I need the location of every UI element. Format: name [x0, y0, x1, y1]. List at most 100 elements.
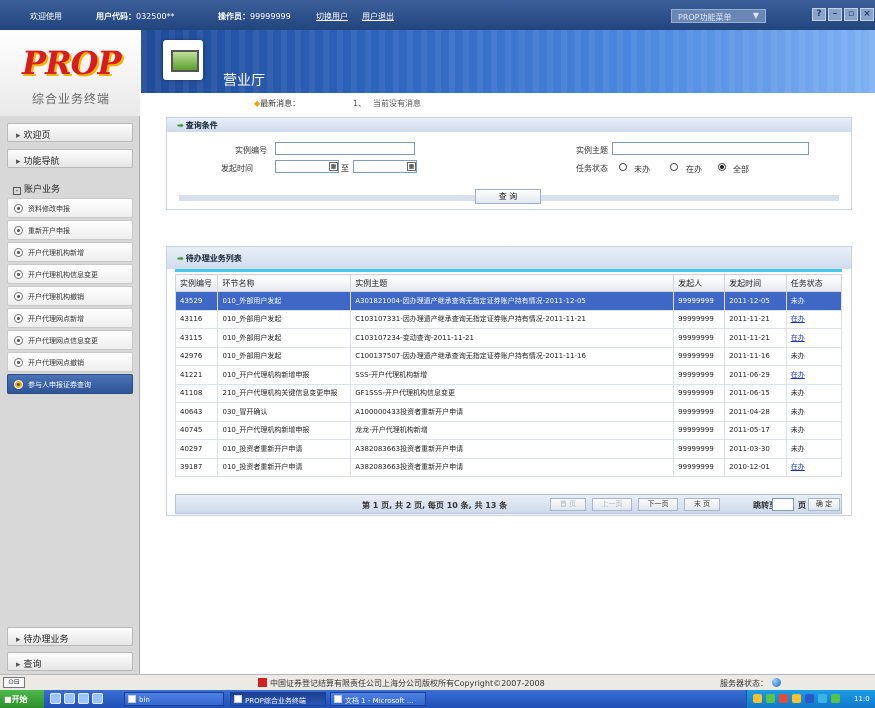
time-label: 发起时间 — [221, 164, 253, 173]
nav-welcome-button[interactable]: ▸ 欢迎页 — [7, 123, 133, 142]
media-icon[interactable] — [64, 693, 75, 704]
calendar-icon[interactable]: ▦ — [329, 162, 338, 171]
server-status-label: 服务器状态： — [720, 679, 768, 688]
prev-page-button[interactable]: 上一页 — [592, 498, 632, 511]
tools-icon[interactable]: ⊙⊟ — [3, 677, 25, 688]
column-header[interactable]: 环节名称 — [217, 274, 352, 292]
table-cell[interactable]: 在办 — [785, 309, 843, 329]
user-code-label: 用户代码：032500** — [96, 12, 175, 21]
last-page-button[interactable]: 末 页 — [684, 498, 720, 511]
sidebar-item-5[interactable]: 开户代理网点新增 — [7, 308, 133, 328]
table-cell: 39187 — [174, 457, 219, 477]
switch-user-link[interactable]: 切换用户 — [316, 11, 348, 22]
tray-icon[interactable] — [792, 694, 801, 703]
column-header[interactable]: 发起时间 — [724, 274, 787, 292]
function-menu-select[interactable]: PROP功能菜单 ▼ — [671, 9, 766, 23]
start-button[interactable]: ■开始 — [0, 690, 44, 708]
tray-icon[interactable] — [805, 694, 814, 703]
table-cell: 99999999 — [673, 346, 726, 366]
operator-id: 99999999 — [250, 12, 291, 21]
taskbar-item-prop[interactable]: PROP综合业务终端 — [230, 692, 326, 706]
query-button[interactable]: 查 询 — [475, 189, 541, 204]
table-row[interactable]: 43529 010_外部用户发起 A301821004-因办理遗产继承查询无指定证券… — [174, 291, 843, 311]
divider — [175, 269, 842, 272]
bullet-icon — [14, 248, 23, 257]
calendar-icon[interactable]: ▦ — [407, 162, 416, 171]
minimize-icon[interactable]: – — [828, 8, 842, 21]
sidebar-item-4[interactable]: 开户代理机构撤销 — [7, 286, 133, 306]
instance-no-label: 实例编号 — [235, 146, 267, 155]
logout-link[interactable]: 用户退出 — [362, 11, 394, 22]
table-cell: 未办 — [785, 420, 843, 440]
table-cell: 010_外部用户发起 — [217, 346, 352, 366]
tray-icon[interactable] — [818, 694, 827, 703]
table-cell: 2011-05-17 — [724, 420, 787, 440]
table-cell: 42976 — [174, 346, 219, 366]
sidebar-item-0[interactable]: 资料修改申报 — [7, 198, 133, 218]
arrow-right-icon: ▸ — [16, 131, 21, 141]
table-row[interactable]: 40297 010_投资者重新开户申请 A382083663投资者重新开户申请 999… — [174, 439, 843, 459]
welcome-text: 欢迎使用 — [30, 12, 62, 21]
sidebar-item-1[interactable]: 重新开户申报 — [7, 220, 133, 240]
windows-logo-icon: ■ — [4, 695, 12, 704]
table-row[interactable]: 43116 010_外部用户发起 C103107331-因办理遗产继承查询无指定证券… — [174, 309, 843, 329]
close-icon[interactable]: × — [860, 8, 874, 21]
sidebar-item-2[interactable]: 开户代理机构新增 — [7, 242, 133, 262]
table-row[interactable]: 41221 010_开户代理机构新增申报 SSS-开户代理机构新增 99999999 2… — [174, 365, 843, 385]
sidebar-item-3[interactable]: 开户代理机构信息变更 — [7, 264, 133, 284]
jump-page-input[interactable] — [772, 498, 794, 511]
table-cell: 2011-06-15 — [724, 383, 787, 403]
sidebar: PROP 综合业务终端 ▸ 欢迎页 ▸ 功能导航 - 账户业务 资料修改申报 重新开户… — [0, 30, 140, 674]
tray-icon[interactable] — [753, 694, 762, 703]
header-banner: 营业厅 — [141, 30, 875, 93]
table-cell: 99999999 — [673, 439, 726, 459]
next-page-button[interactable]: 下一页 — [638, 498, 678, 511]
quicklaunch-icon[interactable] — [92, 693, 103, 704]
table-row[interactable]: 40745 010_开户代理机构新增申报 龙龙-开户代理机构新增 99999999 20… — [174, 420, 843, 440]
table-cell[interactable]: 在办 — [785, 328, 843, 348]
desktop-icon[interactable] — [78, 693, 89, 704]
sidebar-item-7[interactable]: 开户代理网点撤销 — [7, 352, 133, 372]
table-cell: 010_投资者重新开户申请 — [217, 457, 352, 477]
app-icon — [234, 695, 242, 703]
arrow-right-icon: ▸ — [16, 157, 21, 167]
ie-icon[interactable] — [50, 693, 61, 704]
table-row[interactable]: 39187 010_投资者重新开户申请 A382083663投资者重新开户申请 999… — [174, 457, 843, 477]
status-radio-pending[interactable] — [619, 163, 627, 171]
table-row[interactable]: 40643 030_冒开确认 A100000433投资者重新开户申请 99999999… — [174, 402, 843, 422]
nav-pending-business-button[interactable]: ▸ 待办理业务 — [7, 627, 133, 646]
taskbar-item-word[interactable]: 文档 1 - Microsoft ... — [330, 692, 426, 706]
table-cell[interactable]: 在办 — [785, 457, 843, 477]
help-icon[interactable]: ? — [812, 8, 826, 21]
tray-icon[interactable] — [779, 694, 788, 703]
table-cell: A301821004-因办理遗产继承查询无指定证券账户持有情况-2011-12-… — [350, 291, 675, 311]
confirm-button[interactable]: 确 定 — [808, 498, 840, 511]
pending-list-panel: ➡ 待办理业务列表 实例编号 环节名称 实例主题 发起人 发起时间 任务状态 43529 01… — [166, 246, 852, 516]
first-page-button[interactable]: 首 页 — [550, 498, 586, 511]
sidebar-item-6[interactable]: 开户代理网点信息变更 — [7, 330, 133, 350]
account-business-section[interactable]: - 账户业务 — [7, 180, 133, 196]
table-cell[interactable]: 在办 — [785, 365, 843, 385]
restore-icon[interactable]: ▫ — [844, 8, 858, 21]
tray-icon[interactable] — [766, 694, 775, 703]
instance-no-input[interactable] — [275, 142, 415, 155]
nav-function-guide-button[interactable]: ▸ 功能导航 — [7, 149, 133, 168]
nav-query-button[interactable]: ▸ 查询 — [7, 652, 133, 671]
table-cell: 99999999 — [673, 383, 726, 403]
column-header[interactable]: 实例主题 — [350, 274, 675, 292]
sidebar-item-8[interactable]: 参与人申报证券查询 — [7, 374, 133, 394]
column-header[interactable]: 实例编号 — [174, 274, 219, 292]
subject-input[interactable] — [612, 142, 809, 155]
status-radio-all[interactable] — [718, 163, 726, 171]
column-header[interactable]: 发起人 — [673, 274, 726, 292]
top-bar: 欢迎使用 用户代码：032500** 操作员：99999999 切换用户 用户退… — [0, 0, 875, 30]
taskbar-item-bin[interactable]: bin — [124, 692, 224, 706]
table-row[interactable]: 42976 010_外部用户发起 C100137507-因办理遗产继承查询无指定证券… — [174, 346, 843, 366]
table-cell: A100000433投资者重新开户申请 — [350, 402, 675, 422]
status-radio-in-progress[interactable] — [670, 163, 678, 171]
table-cell: 2011-06-29 — [724, 365, 787, 385]
table-row[interactable]: 43115 010_外部用户发起 C103107234-变动查询-2011-11-2… — [174, 328, 843, 348]
column-header[interactable]: 任务状态 — [785, 274, 843, 292]
table-row[interactable]: 41108 210_开户代理机构关键信息变更申报 GF1SSS-开户代理机构信息变更… — [174, 383, 843, 403]
tray-icon[interactable] — [831, 694, 840, 703]
